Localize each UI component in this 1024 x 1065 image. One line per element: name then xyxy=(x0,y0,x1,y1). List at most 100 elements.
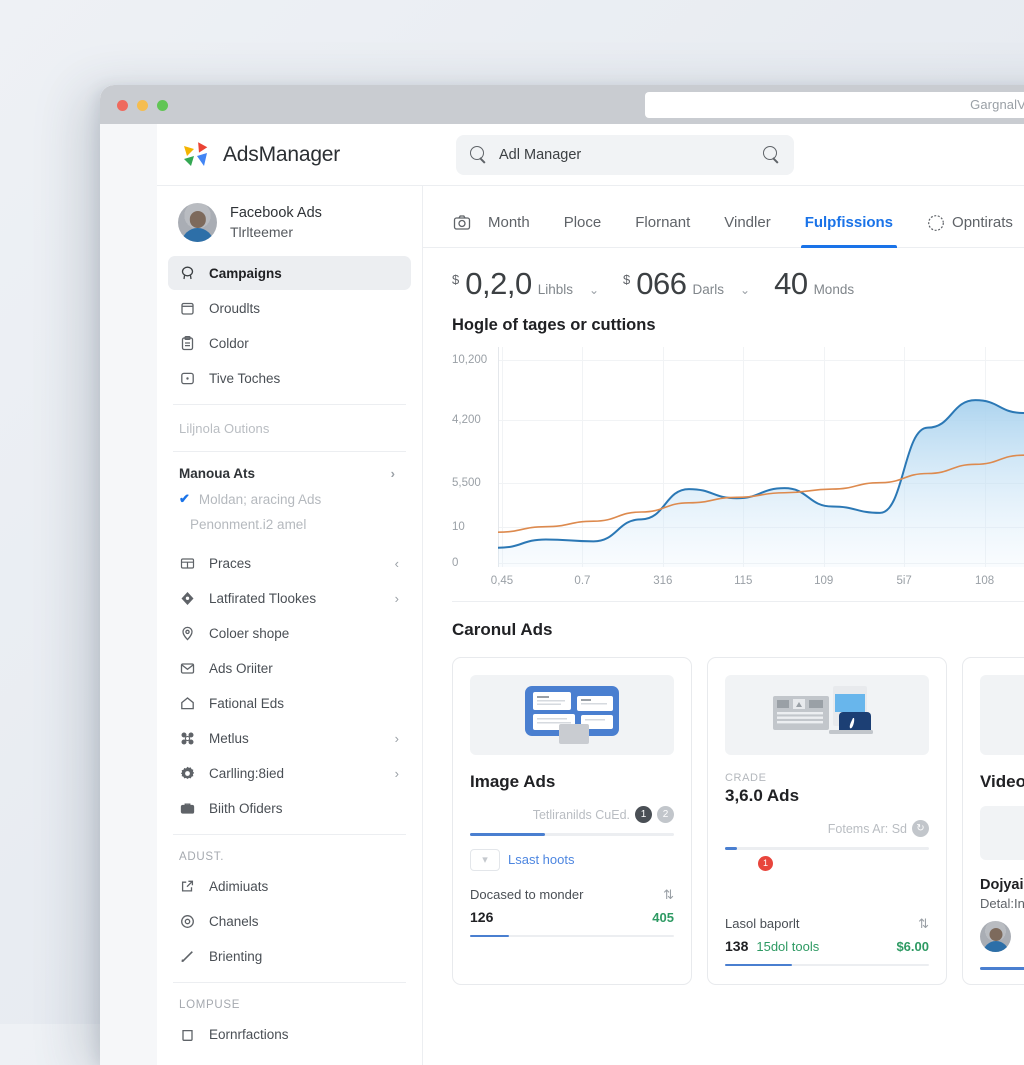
metric-1-chevron-down-icon[interactable]: ⌄ xyxy=(740,283,750,297)
sidebar-item-praces[interactable]: Praces ‹ xyxy=(168,546,411,580)
sidebar-item-label: Latfirated Tlookes xyxy=(209,590,317,606)
sidebar-item-tive-toches[interactable]: Tive Toches xyxy=(168,361,411,395)
tab-label: Fulpfissions xyxy=(804,214,894,231)
card-video-ads[interactable]: Video Dojyaile Detal:Ine xyxy=(962,657,1024,985)
avatar xyxy=(980,921,1011,952)
sidebar-item-ads-oriiter[interactable]: Ads Oriiter xyxy=(168,651,411,685)
card-image-ads[interactable]: Image Ads Tetliranilds CuEd. 1 2 ▾ Lsast… xyxy=(452,657,692,985)
pin-icon xyxy=(179,625,196,642)
sidebar-item-biith-ofiders[interactable]: Biith Ofiders xyxy=(168,791,411,825)
chevron-left-icon[interactable]: ‹ xyxy=(395,556,399,571)
pencil-icon xyxy=(179,948,196,965)
sidebar-item-sub[interactable]: Penonment.i2 amel xyxy=(168,512,411,537)
window-left-gutter xyxy=(100,124,157,1065)
metric-0[interactable]: $ 0,2,0 Lihbls xyxy=(452,266,573,302)
card-footer-bar xyxy=(725,963,929,966)
refresh-icon[interactable]: ↻ xyxy=(912,820,929,837)
sort-icon[interactable]: ⇅ xyxy=(918,916,929,932)
briefcase-icon xyxy=(179,800,196,817)
chevron-right-icon[interactable]: › xyxy=(395,766,399,781)
video-ads-thumb xyxy=(980,675,1024,755)
chart-area-fill xyxy=(498,400,1024,567)
sidebar-item-checked[interactable]: ✔ Moldan; aracing Ads xyxy=(168,486,411,512)
megaphone-icon xyxy=(179,265,196,282)
card-title: Video xyxy=(980,772,1024,791)
sidebar-item-eornrfactions[interactable]: Eornrfactions xyxy=(168,1017,411,1051)
tab-flornant[interactable]: Flornant xyxy=(618,214,707,247)
metric-currency: $ xyxy=(452,272,460,287)
card-row-label: Dojyaile xyxy=(980,877,1024,893)
sort-icon[interactable]: ⇅ xyxy=(663,887,674,903)
sidebar-item-coldor[interactable]: Coldor xyxy=(168,326,411,360)
sidebar-item-chanels[interactable]: Chanels xyxy=(168,904,411,938)
sidebar-item-coloer-shope[interactable]: Coloer shope xyxy=(168,616,411,650)
search-input[interactable] xyxy=(499,146,751,163)
card-pdf-ads[interactable]: CRADE 3,6.0 Ads Fotems Ar: Sd ↻ 1 Lasol … xyxy=(707,657,947,985)
browser-window: GargnalVVfili:able AdsManager xyxy=(100,85,1024,1065)
card-row-label: Lasol baporlt xyxy=(725,916,800,931)
tab-opntirats[interactable]: Opntirats xyxy=(910,214,1024,247)
card-progress-bar xyxy=(725,847,929,850)
brand[interactable]: AdsManager xyxy=(157,139,423,170)
window-close-button[interactable] xyxy=(117,100,128,111)
metric-0-chevron-down-icon[interactable]: ⌄ xyxy=(589,283,599,297)
chart-plot: 10,200 4,200 5,500 10 0 0,45 0.7 316 115 109 5i7 10… xyxy=(452,347,1024,587)
tab-vindler[interactable]: Vindler xyxy=(707,214,787,247)
sidebar-item-adimiuats[interactable]: Adimiuats xyxy=(168,869,411,903)
chart-series-svg xyxy=(498,399,1024,567)
chart-x-tick-label: 108 xyxy=(974,575,995,587)
sidebar-item-metlus[interactable]: Metlus › xyxy=(168,721,411,755)
sidebar-item-label: Carlling:8ied xyxy=(209,765,285,781)
sidebar-item-latfirated-tlookes[interactable]: Latfirated Tlookes › xyxy=(168,581,411,615)
account-block[interactable]: Facebook Ads Tlrlteemer xyxy=(168,186,411,256)
chevron-right-icon[interactable]: › xyxy=(391,466,395,481)
card-row-label-wrap: Lasol baporlt ⇅ xyxy=(725,916,929,932)
card-row-right: 405 xyxy=(652,909,674,925)
tab-month[interactable]: Month xyxy=(452,214,547,247)
chart-x-tick-label: 5i7 xyxy=(896,575,912,587)
sidebar-item-fational-eds[interactable]: Fational Eds xyxy=(168,686,411,720)
sidebar-item-brienting[interactable]: Brienting xyxy=(168,939,411,973)
sidebar-item-campaigns[interactable]: Campaigns xyxy=(168,256,411,290)
chart-y-tick-label: 4,200 xyxy=(452,413,481,426)
metrics-row: $ 0,2,0 Lihbls ⌄ $ 066 Darls ⌄ 40 Monds xyxy=(423,248,1024,308)
chevron-right-icon[interactable]: › xyxy=(395,731,399,746)
browser-url-bar[interactable]: GargnalVVfili:able xyxy=(645,92,1024,118)
card-avatar-wrap: 1 xyxy=(725,855,773,900)
chevron-right-icon[interactable]: › xyxy=(395,591,399,606)
card-row-sub: Detal:Ine xyxy=(980,896,1024,911)
metric-1[interactable]: $ 066 Darls xyxy=(623,266,724,302)
sidebar-item-label: Brienting xyxy=(209,948,263,964)
cards-header: Caronul Ads KOM5(2 xyxy=(452,620,1024,640)
sidebar-item-label: Metlus xyxy=(209,730,249,746)
sidebar-group-adust: ADUST. xyxy=(179,851,225,863)
pdf-ads-thumb xyxy=(725,675,929,755)
cards-title: Caronul Ads xyxy=(452,620,553,639)
target-icon xyxy=(179,913,196,930)
card-kicker: CRADE xyxy=(725,772,767,784)
window-maximize-button[interactable] xyxy=(157,100,168,111)
account-name: Facebook Ads xyxy=(230,204,322,221)
account-text: Facebook Ads Tlrlteemer xyxy=(230,204,322,242)
metric-2[interactable]: 40 Monds xyxy=(774,266,854,302)
sidebar-item-label: Oroudlts xyxy=(209,300,261,316)
window-minimize-button[interactable] xyxy=(137,100,148,111)
sidebar-divider xyxy=(173,404,406,405)
sidebar-item-label: Eornrfactions xyxy=(209,1026,289,1042)
card-link-row[interactable]: ▾ Lsast hoots xyxy=(470,848,674,871)
card-subtitle: Tetliranilds CuEd. xyxy=(532,807,630,822)
flower-icon xyxy=(179,730,196,747)
tab-fulpfissions[interactable]: Fulpfissions xyxy=(788,214,910,248)
sidebar-item-carlling[interactable]: Carlling:8ied › xyxy=(168,756,411,790)
sidebar-item-oroudlts[interactable]: Oroudlts xyxy=(168,291,411,325)
dropdown-icon[interactable]: ▾ xyxy=(470,848,500,871)
card-link[interactable]: Lsast hoots xyxy=(508,852,575,867)
mail-icon xyxy=(179,660,196,677)
apps-thumb xyxy=(980,806,1024,860)
global-search[interactable] xyxy=(456,134,794,175)
camera-icon xyxy=(452,213,472,233)
tab-ploce[interactable]: Ploce xyxy=(547,214,619,247)
sidebar-item-manoua-ats[interactable]: Manoua Ats › xyxy=(168,461,411,486)
search-submit-icon[interactable] xyxy=(763,146,780,163)
card-title: Image Ads xyxy=(470,772,556,791)
